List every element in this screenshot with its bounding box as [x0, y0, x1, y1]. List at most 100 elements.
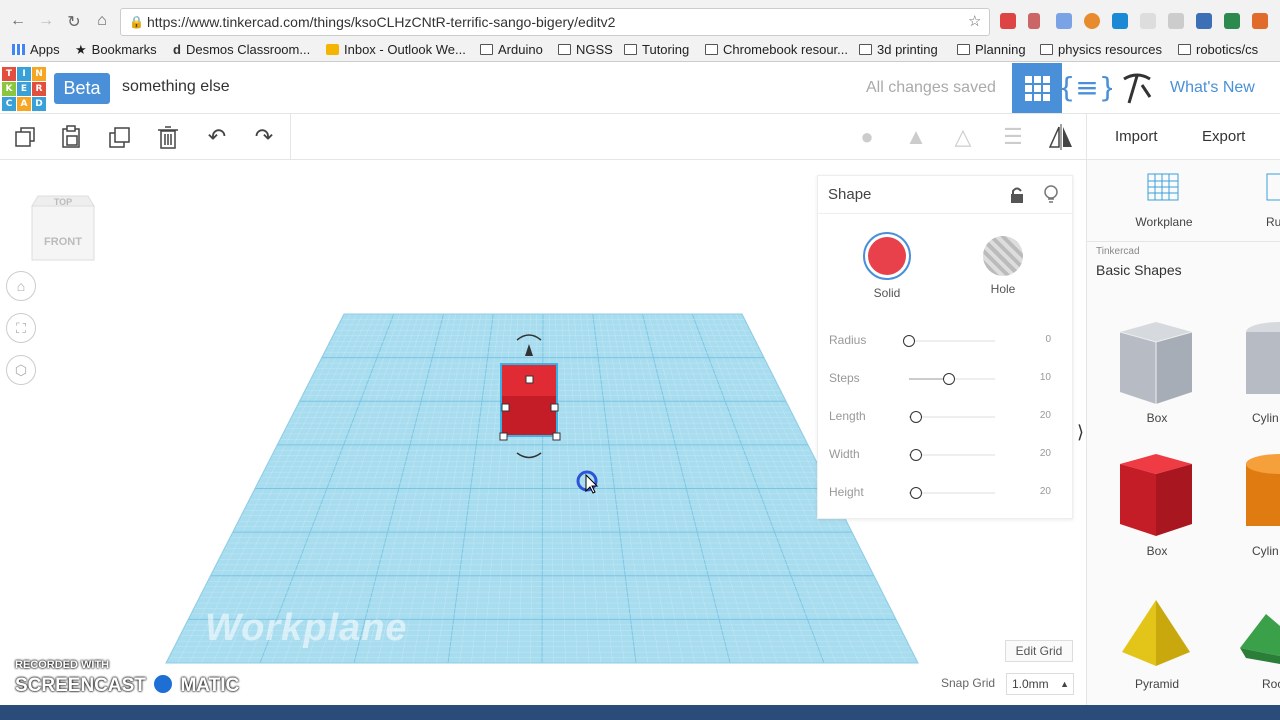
beta-badge: Beta: [54, 73, 110, 104]
length-slider[interactable]: [909, 411, 995, 423]
bookmark-desmos[interactable]: d Desmos Classroom...: [173, 42, 310, 57]
library-item-label[interactable]: Pyramid: [1117, 677, 1197, 691]
bookmark-apps[interactable]: Apps: [12, 42, 60, 57]
cylinder-hole-shape-icon[interactable]: [1244, 320, 1280, 406]
library-category-select[interactable]: Basic Shapes: [1096, 262, 1182, 278]
tinkercad-logo[interactable]: T I N K E R C A D: [2, 67, 46, 111]
lightbulb-icon[interactable]: [1043, 185, 1059, 205]
extension-icon[interactable]: [1140, 13, 1156, 29]
copy-icon[interactable]: [8, 120, 42, 154]
lift-arrow-icon[interactable]: [525, 344, 533, 356]
whats-new-link[interactable]: What's New: [1170, 79, 1255, 97]
collapse-panel-chevron-icon[interactable]: ⟩: [1077, 422, 1084, 443]
undo-icon[interactable]: ↶: [200, 120, 234, 154]
extension-icon[interactable]: [1168, 13, 1184, 29]
extension-icon[interactable]: [1196, 13, 1212, 29]
bookmark-planning[interactable]: Planning: [957, 42, 1026, 57]
view-cube-top-label[interactable]: TOP: [54, 197, 72, 207]
bookmark-3d-printing[interactable]: 3d printing: [859, 42, 938, 57]
rotate-handle-icon[interactable]: [516, 452, 542, 459]
mirror-icon[interactable]: [1044, 120, 1078, 154]
codeblocks-button[interactable]: {≡}: [1057, 63, 1116, 113]
solid-swatch[interactable]: [863, 232, 911, 280]
hole-swatch[interactable]: [983, 236, 1023, 276]
adblock-icon[interactable]: [1000, 13, 1016, 29]
address-bar[interactable]: 🔒 https://www.tinkercad.com/things/ksoCL…: [120, 8, 990, 36]
library-item-label[interactable]: Box: [1117, 544, 1197, 558]
bookmark-physics[interactable]: physics resources: [1040, 42, 1162, 57]
width-slider[interactable]: [909, 449, 995, 461]
align-icon[interactable]: ☰: [996, 120, 1030, 154]
prop-width[interactable]: Width 20: [829, 445, 1061, 465]
minecraft-button[interactable]: [1112, 63, 1162, 113]
bookmark-chromebook[interactable]: Chromebook resour...: [705, 42, 848, 57]
duplicate-icon[interactable]: [103, 120, 137, 154]
extension-icon[interactable]: [1252, 13, 1268, 29]
rotate-handle-icon[interactable]: [516, 334, 542, 341]
extension-icon[interactable]: [1028, 13, 1040, 29]
bookmark-outlook[interactable]: Inbox - Outlook We...: [326, 42, 466, 57]
library-item-label[interactable]: Cylin: [1252, 544, 1279, 558]
library-item-label[interactable]: Cylin: [1252, 411, 1279, 425]
fit-view-icon[interactable]: ⛶: [6, 313, 36, 343]
prop-length[interactable]: Length 20: [829, 407, 1061, 427]
slider-knob[interactable]: [903, 335, 915, 347]
slider-knob[interactable]: [909, 487, 922, 499]
radius-slider[interactable]: [903, 335, 995, 347]
workplane-tool-label[interactable]: Workplane: [1124, 215, 1204, 229]
box-shape-icon[interactable]: [1116, 452, 1196, 538]
dropdown-arrow-icon: ▲: [1060, 679, 1069, 689]
design-name[interactable]: something else: [122, 78, 230, 96]
extension-icon[interactable]: [1084, 13, 1100, 29]
ungroup-icon[interactable]: △: [946, 120, 980, 154]
slider-knob[interactable]: [909, 449, 922, 461]
ruler-tool-label[interactable]: Ru: [1266, 215, 1280, 229]
slider-knob[interactable]: [909, 411, 922, 423]
bookmark-tutoring[interactable]: Tutoring: [624, 42, 689, 57]
prop-steps[interactable]: Steps 10: [829, 369, 1061, 389]
library-item-label[interactable]: Box: [1117, 411, 1197, 425]
redo-icon[interactable]: ↷: [247, 120, 281, 154]
snap-grid-select[interactable]: 1.0mm ▲: [1006, 673, 1074, 695]
height-slider[interactable]: [909, 487, 995, 499]
workplane-tool-icon[interactable]: [1146, 170, 1182, 206]
bookmark-bookmarks[interactable]: ★ Bookmarks: [75, 42, 157, 58]
view-cube-front-label[interactable]: FRONT: [44, 236, 82, 248]
roof-shape-icon[interactable]: [1236, 606, 1280, 666]
delete-icon[interactable]: [151, 120, 185, 154]
edit-grid-button[interactable]: Edit Grid: [1005, 640, 1073, 662]
back-icon[interactable]: ←: [8, 12, 28, 30]
bookmark-arduino[interactable]: Arduino: [480, 42, 543, 57]
prop-height[interactable]: Height 20: [829, 483, 1061, 503]
forward-icon[interactable]: →: [36, 12, 56, 30]
selected-box-shape[interactable]: [495, 328, 570, 468]
perspective-icon[interactable]: ⬡: [6, 355, 36, 385]
prop-radius[interactable]: Radius 0: [829, 331, 1061, 351]
solid-option[interactable]: Solid: [857, 232, 917, 300]
extension-icon[interactable]: [1224, 13, 1240, 29]
hole-option[interactable]: Hole: [973, 232, 1033, 296]
export-button[interactable]: Export: [1202, 128, 1245, 145]
3d-design-view-button[interactable]: [1012, 63, 1062, 113]
reload-icon[interactable]: ↻: [64, 12, 84, 32]
slider-knob[interactable]: [943, 373, 956, 385]
view-cube[interactable]: TOP FRONT: [30, 186, 96, 264]
group-icon[interactable]: ▲: [899, 120, 933, 154]
extension-icon[interactable]: [1112, 13, 1128, 29]
home-view-icon[interactable]: ⌂: [6, 271, 36, 301]
ruler-tool-icon[interactable]: [1264, 170, 1280, 206]
bookmark-ngss[interactable]: NGSS: [558, 42, 613, 57]
bookmark-star-icon[interactable]: ☆: [968, 12, 981, 30]
home-icon[interactable]: ⌂: [92, 12, 112, 30]
extension-icon[interactable]: [1056, 13, 1072, 29]
lock-icon[interactable]: [1009, 186, 1025, 204]
import-button[interactable]: Import: [1115, 128, 1158, 145]
bookmark-robotics[interactable]: robotics/cs: [1178, 42, 1258, 57]
paste-icon[interactable]: [54, 120, 88, 154]
pyramid-shape-icon[interactable]: [1116, 596, 1196, 672]
box-hole-shape-icon[interactable]: [1116, 320, 1196, 406]
cylinder-shape-icon[interactable]: [1244, 452, 1280, 538]
lightbulb-icon[interactable]: ●: [850, 120, 884, 154]
library-item-label[interactable]: Roo: [1262, 677, 1280, 691]
steps-slider[interactable]: [909, 373, 995, 385]
